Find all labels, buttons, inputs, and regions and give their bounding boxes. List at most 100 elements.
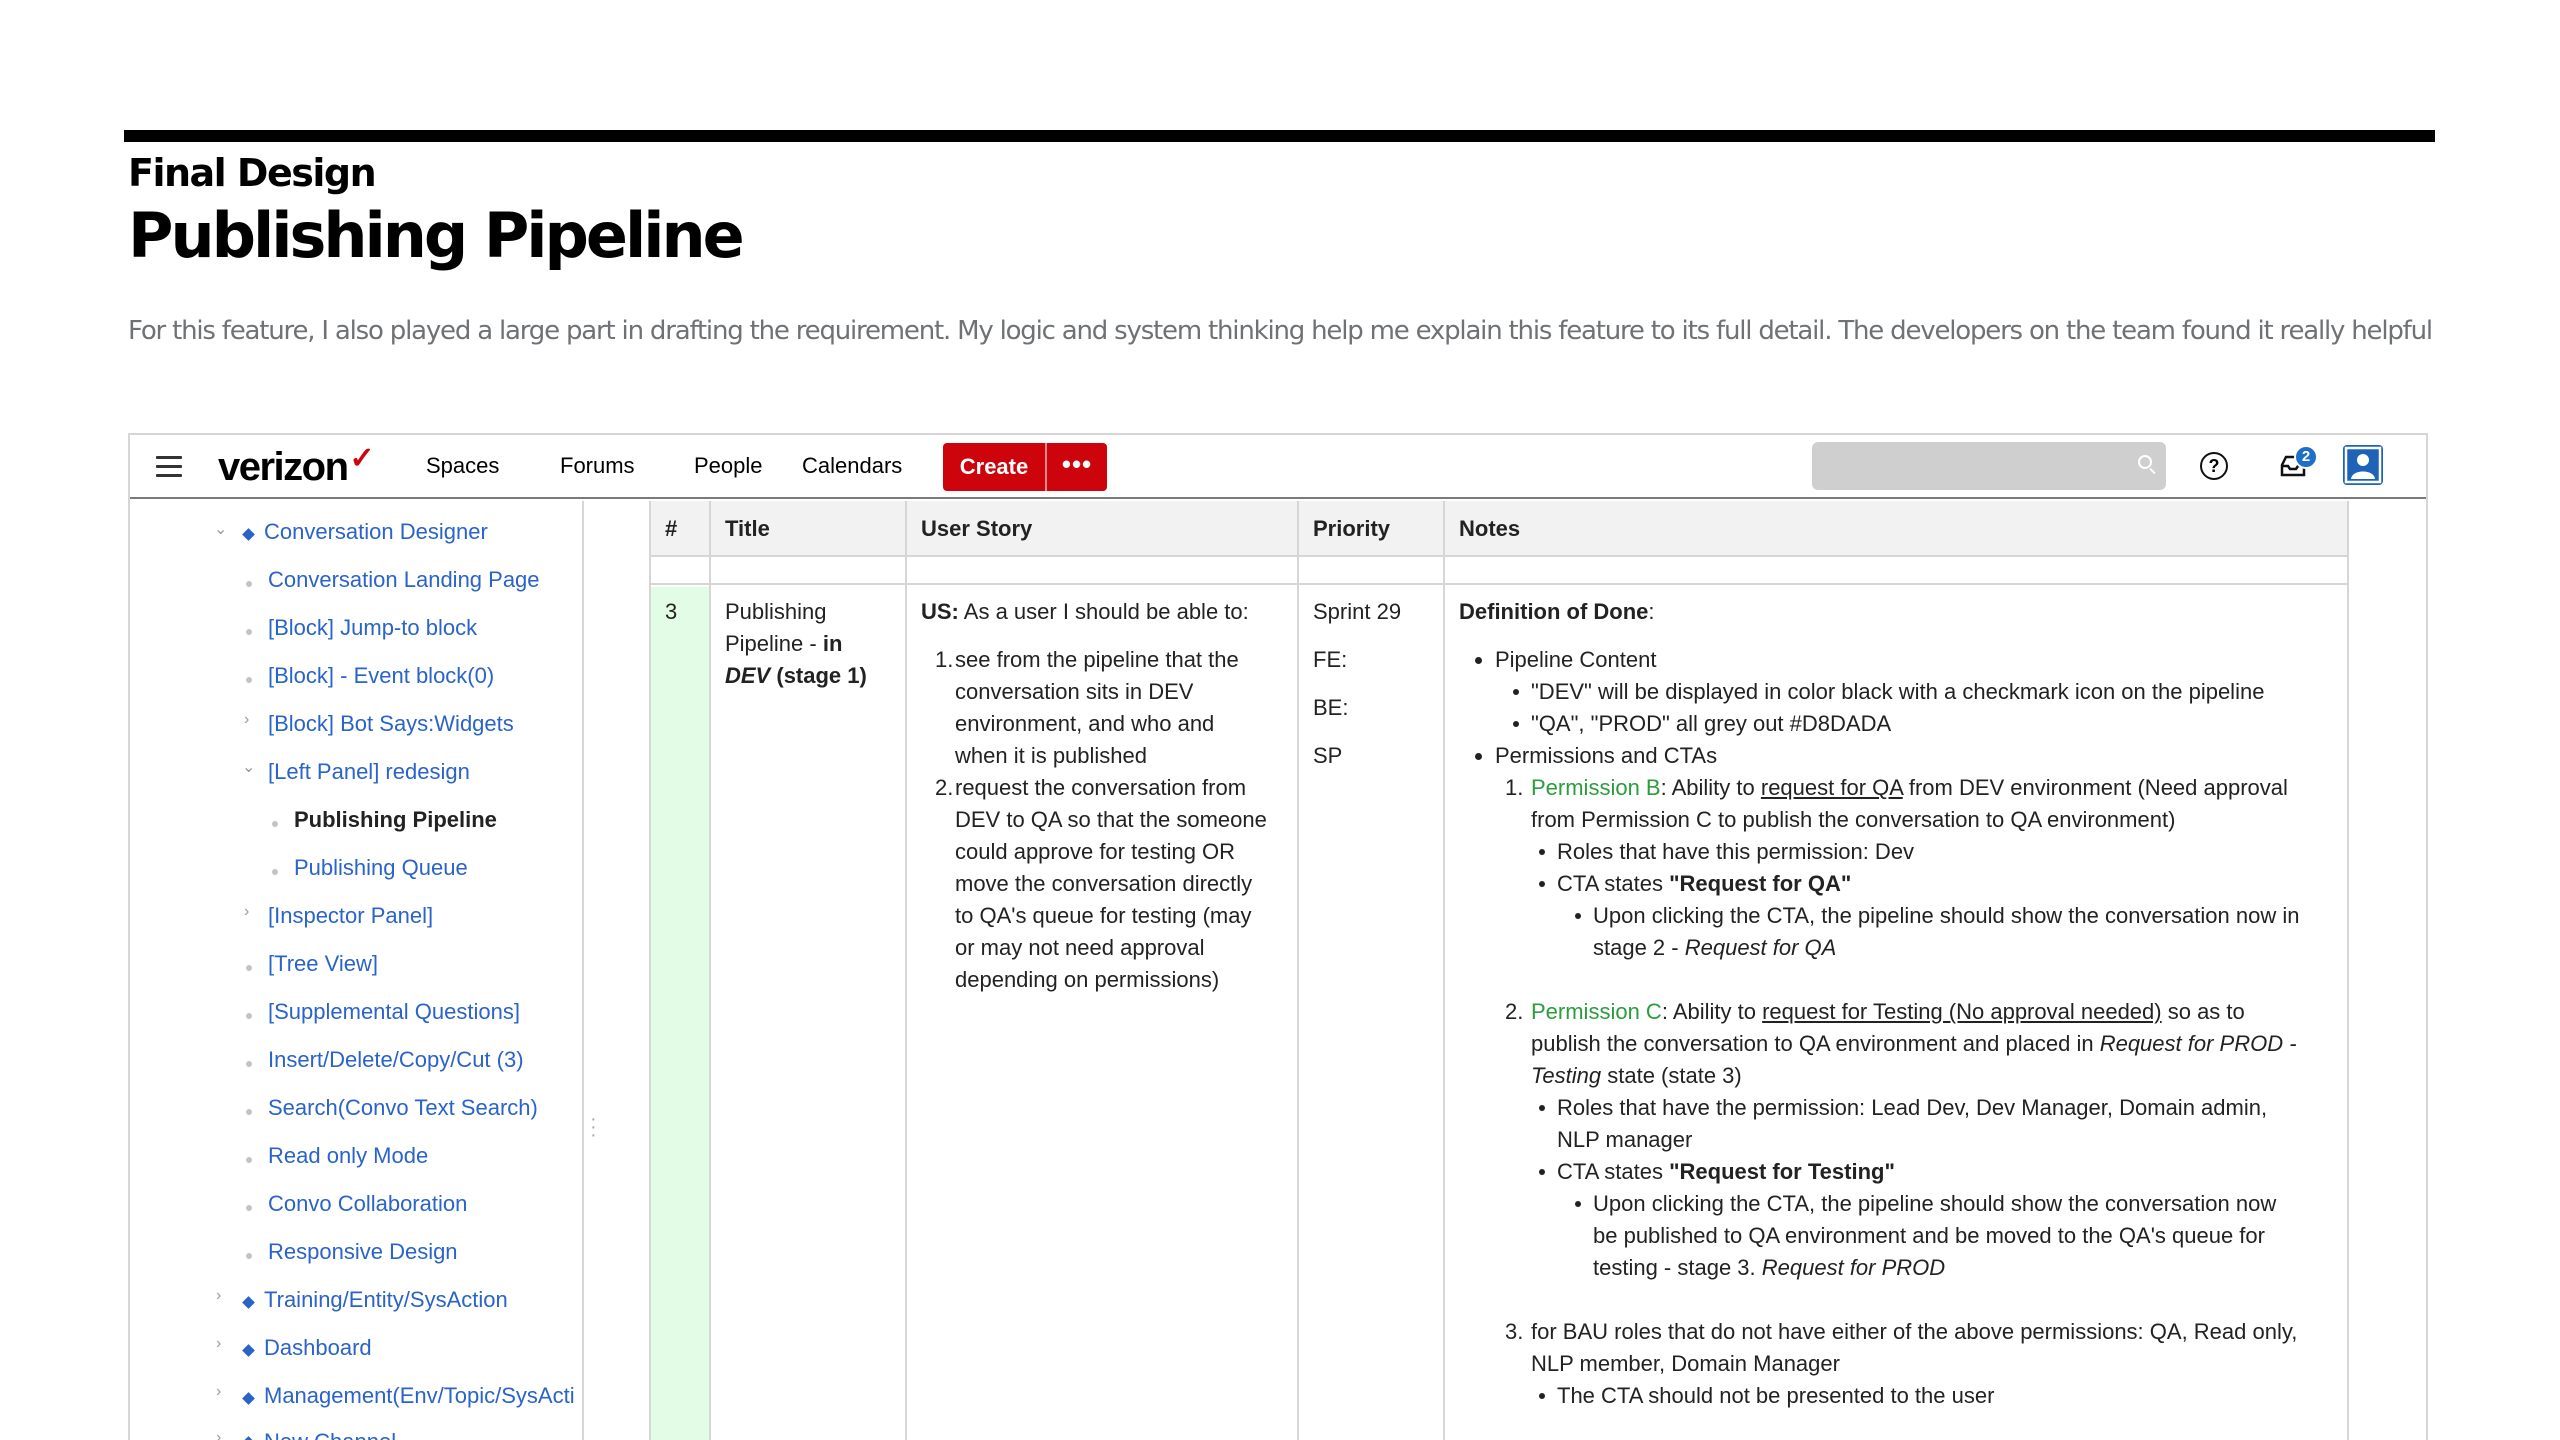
tree-item-conversation-designer[interactable]: Conversation Designer [264, 519, 488, 545]
hamburger-menu-icon[interactable] [156, 456, 182, 478]
search-icon [2138, 455, 2152, 469]
help-icon[interactable]: ? [2200, 452, 2228, 480]
nav-calendars[interactable]: Calendars [802, 453, 902, 479]
column-divider [1443, 501, 1445, 1440]
row-number-cell [649, 587, 709, 1440]
diamond-icon [242, 1392, 255, 1405]
tree-bullet [272, 869, 278, 875]
chevron-right-icon[interactable]: › [216, 1287, 221, 1305]
more-options-button[interactable]: ••• [1047, 443, 1107, 491]
tree-item[interactable]: Dashboard [264, 1335, 372, 1361]
priority-fe: FE: [1313, 647, 1348, 672]
note-line: Roles that have this permission: Dev [1557, 839, 1915, 864]
tree-item[interactable]: Responsive Design [268, 1239, 458, 1265]
note-line: publish the conversation to QA environme… [1531, 1031, 2297, 1056]
note-line: "QA", "PROD" all grey out #D8DADA [1531, 711, 1892, 736]
list-bullet [1539, 1393, 1545, 1399]
chevron-right-icon[interactable]: › [216, 1429, 221, 1440]
row-number: 3 [665, 599, 678, 624]
user-story-intro: US: As a user I should be able to: [921, 599, 1249, 624]
notifications-icon[interactable]: 2 [2278, 445, 2318, 483]
section-eyebrow: Final Design [128, 151, 377, 195]
tree-item[interactable]: Search(Convo Text Search) [268, 1095, 538, 1121]
logo-check-mark: ✓ [349, 442, 375, 475]
note-line: for BAU roles that do not have either of… [1531, 1319, 2298, 1344]
search-input[interactable] [1812, 442, 2166, 490]
note-line: testing - stage 3. Request for PROD [1593, 1255, 1946, 1280]
list-bullet [1513, 689, 1519, 695]
nav-spaces[interactable]: Spaces [426, 453, 499, 479]
screenshot-frame: verizon✓ Spaces Forums People Calendars … [128, 433, 2428, 1440]
tree-item[interactable]: Training/Entity/SysAction [264, 1287, 508, 1313]
story-line: request the conversation from [955, 775, 1247, 800]
page-tree-sidebar: ⌄ Conversation Designer Conversation Lan… [130, 501, 584, 1440]
tree-bullet [246, 965, 252, 971]
chevron-down-icon[interactable]: ⌄ [242, 757, 255, 777]
story-number: 2. [935, 775, 954, 800]
page-title: Publishing Pipeline [128, 199, 745, 272]
tree-item[interactable]: [Block] Bot Says:Widgets [268, 711, 514, 737]
story-line: DEV to QA so that the someone [955, 807, 1267, 832]
chevron-right-icon[interactable]: › [216, 1335, 221, 1353]
sidebar-resize-handle[interactable]: · · · [590, 1109, 597, 1145]
tree-item[interactable]: [Block] Jump-to block [268, 615, 477, 641]
tree-bullet [246, 581, 252, 587]
list-bullet [1475, 657, 1482, 664]
list-bullet [1513, 721, 1519, 727]
verizon-logo[interactable]: verizon✓ [218, 442, 375, 490]
column-divider [709, 501, 711, 1440]
story-line: depending on permissions) [955, 967, 1220, 992]
intro-paragraph: For this feature, I also played a large … [128, 316, 2433, 346]
create-button-group: Create ••• [943, 443, 1107, 491]
logo-text: verizon [218, 445, 349, 489]
chevron-down-icon[interactable]: ⌄ [214, 519, 227, 539]
tree-item[interactable]: Publishing Queue [294, 855, 468, 881]
tree-item[interactable]: Management(Env/Topic/SysActi [264, 1383, 582, 1409]
tree-item[interactable]: Conversation Landing Page [268, 567, 540, 593]
chevron-right-icon[interactable]: › [216, 1383, 221, 1401]
list-bullet [1475, 753, 1482, 760]
note-line: stage 2 - Request for QA [1593, 935, 1837, 960]
user-icon [2344, 446, 2382, 484]
notification-badge: 2 [2294, 445, 2318, 469]
diamond-icon [242, 528, 255, 541]
header-notes: Notes [1459, 516, 1521, 541]
column-divider [1297, 501, 1299, 1440]
note-line: NLP member, Domain Manager [1531, 1351, 1840, 1376]
nav-forums[interactable]: Forums [560, 453, 635, 479]
tree-bullet [246, 1109, 252, 1115]
tree-item[interactable]: Convo Collaboration [268, 1191, 467, 1217]
tree-item[interactable]: [Supplemental Questions] [268, 999, 520, 1025]
story-line: see from the pipeline that the [955, 647, 1239, 672]
top-navbar: verizon✓ Spaces Forums People Calendars … [130, 435, 2426, 499]
tree-bullet [246, 629, 252, 635]
tree-item[interactable]: New Channel [264, 1429, 396, 1440]
note-line: CTA states "Request for Testing" [1557, 1159, 1895, 1184]
tree-item[interactable]: [Tree View] [268, 951, 378, 977]
chevron-right-icon[interactable]: › [244, 903, 249, 921]
header-priority: Priority [1313, 516, 1391, 541]
list-bullet [1539, 1169, 1545, 1175]
title-line: Publishing [725, 599, 827, 624]
list-bullet [1575, 913, 1581, 919]
column-divider [649, 501, 651, 1440]
chevron-right-icon[interactable]: › [244, 711, 249, 729]
tree-bullet [246, 1253, 252, 1259]
note-line: The CTA should not be presented to the u… [1557, 1383, 1995, 1408]
header-number: # [665, 516, 678, 541]
create-button[interactable]: Create [943, 443, 1047, 491]
tree-item[interactable]: [Inspector Panel] [268, 903, 433, 929]
tree-item[interactable]: [Left Panel] redesign [268, 759, 470, 785]
tree-item-current[interactable]: Publishing Pipeline [294, 807, 497, 833]
note-line: CTA states "Request for QA" [1557, 871, 1852, 896]
tree-item[interactable]: Insert/Delete/Copy/Cut (3) [268, 1047, 524, 1073]
nav-people[interactable]: People [694, 453, 763, 479]
diamond-icon [242, 1344, 255, 1357]
user-avatar[interactable] [2343, 445, 2383, 485]
top-rule [124, 130, 2435, 142]
tree-bullet [246, 1061, 252, 1067]
column-divider [2347, 501, 2349, 1440]
tree-item[interactable]: Read only Mode [268, 1143, 428, 1169]
tree-item[interactable]: [Block] - Event block(0) [268, 663, 494, 689]
title-line: Pipeline - in [725, 631, 843, 656]
